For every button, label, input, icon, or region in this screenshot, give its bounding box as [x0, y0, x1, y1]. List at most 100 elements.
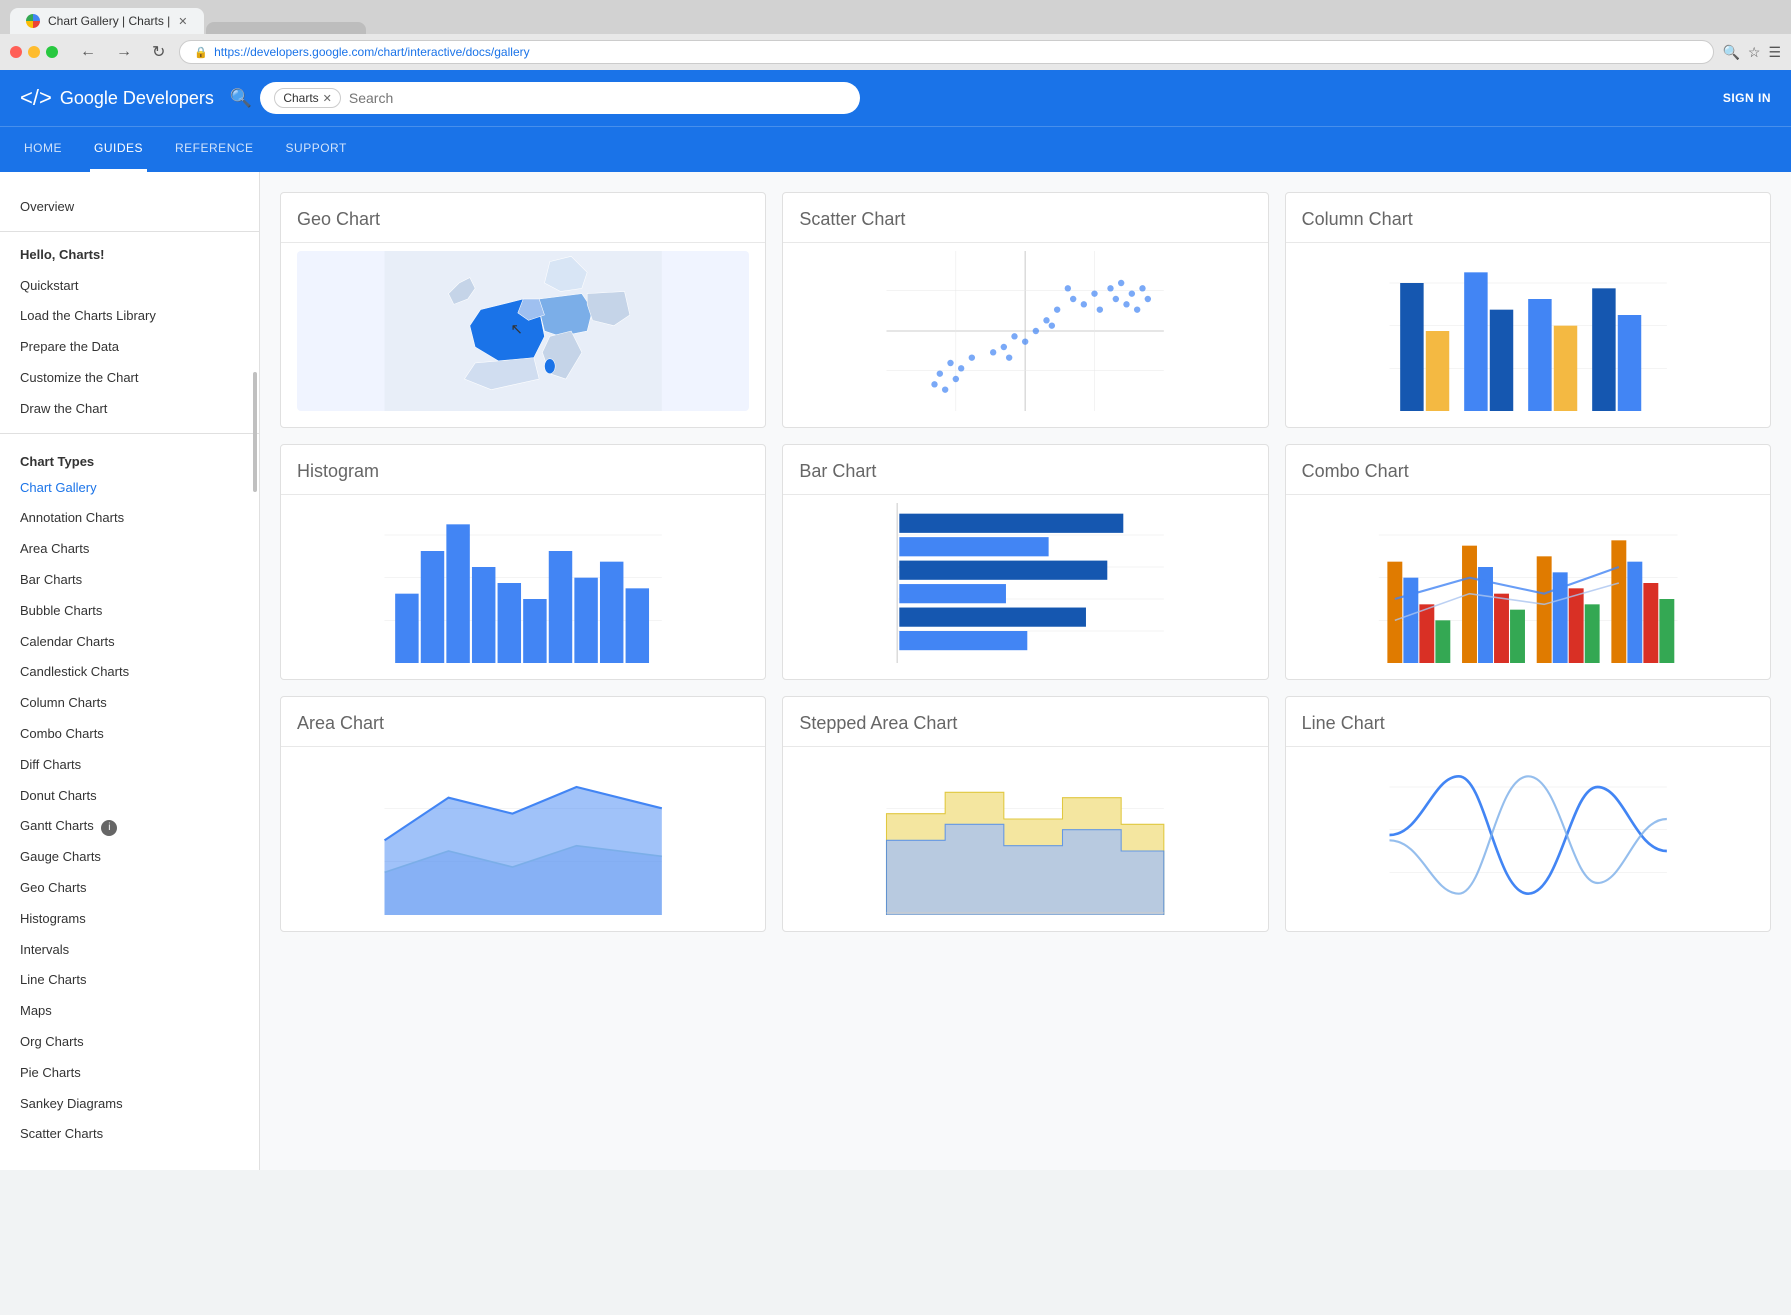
chart-title-column: Column Chart — [1302, 209, 1754, 230]
ssl-lock-icon: 🔒 — [194, 46, 208, 59]
chart-title-geo: Geo Chart — [297, 209, 749, 230]
chart-separator — [281, 242, 765, 243]
sidebar-annotation-charts[interactable]: Annotation Charts — [0, 503, 259, 534]
chart-separator-2 — [783, 242, 1267, 243]
chart-card-area[interactable]: Area Chart — [280, 696, 766, 932]
chart-title-stepped: Stepped Area Chart — [799, 713, 1251, 734]
chart-separator-3 — [1286, 242, 1770, 243]
sidebar-scatter-charts[interactable]: Scatter Charts — [0, 1119, 259, 1150]
search-icon[interactable]: 🔍 — [1722, 44, 1739, 61]
close-traffic-light[interactable] — [10, 46, 22, 58]
sidebar-bubble-charts[interactable]: Bubble Charts — [0, 596, 259, 627]
sidebar-quickstart[interactable]: Quickstart — [0, 271, 259, 302]
chart-card-stepped[interactable]: Stepped Area Chart — [782, 696, 1268, 932]
gd-logo-text: Google Developers — [60, 88, 214, 109]
back-button[interactable]: ← — [74, 41, 102, 63]
column-chart-container — [1302, 251, 1754, 411]
chart-separator-8 — [783, 746, 1267, 747]
combo-svg — [1302, 503, 1754, 663]
sidebar-draw-chart[interactable]: Draw the Chart — [0, 394, 259, 425]
search-bar[interactable]: Charts ✕ — [260, 82, 860, 114]
content-area: Geo Chart — [260, 172, 1791, 1170]
sidebar-combo-charts[interactable]: Combo Charts — [0, 719, 259, 750]
browser-chrome: Chart Gallery | Charts | ✕ — [0, 0, 1791, 34]
chart-title-area: Area Chart — [297, 713, 749, 734]
nav-support[interactable]: SUPPORT — [282, 127, 351, 172]
nav-guides[interactable]: GUIDES — [90, 127, 147, 172]
main-container: Overview Hello, Charts! Quickstart Load … — [0, 172, 1791, 1170]
sidebar-overview[interactable]: Overview — [0, 192, 259, 223]
sidebar-org-charts[interactable]: Org Charts — [0, 1027, 259, 1058]
sidebar-chart-gallery[interactable]: Chart Gallery — [0, 473, 259, 504]
active-tab[interactable]: Chart Gallery | Charts | ✕ — [10, 8, 204, 34]
header-search-icon[interactable]: 🔍 — [230, 88, 252, 109]
chart-card-geo[interactable]: Geo Chart — [280, 192, 766, 428]
bookmark-icon[interactable]: ☆ — [1748, 44, 1761, 61]
sidebar-load-library[interactable]: Load the Charts Library — [0, 301, 259, 332]
chart-title-histogram: Histogram — [297, 461, 749, 482]
maximize-traffic-light[interactable] — [46, 46, 58, 58]
sidebar-divider-2 — [0, 433, 259, 434]
tab-title: Chart Gallery | Charts | — [48, 14, 170, 28]
sidebar-hello-charts[interactable]: Hello, Charts! — [0, 240, 259, 271]
chart-card-histogram[interactable]: Histogram — [280, 444, 766, 680]
chart-title-bar: Bar Chart — [799, 461, 1251, 482]
chart-card-column[interactable]: Column Chart — [1285, 192, 1771, 428]
tab-favicon — [26, 14, 40, 28]
url-text: https://developers.google.com/chart/inte… — [214, 45, 530, 59]
line-svg — [1302, 755, 1754, 915]
minimize-traffic-light[interactable] — [28, 46, 40, 58]
sidebar-divider-1 — [0, 231, 259, 232]
sidebar-area-charts[interactable]: Area Charts — [0, 534, 259, 565]
search-input[interactable] — [349, 90, 846, 106]
sidebar-diff-charts[interactable]: Diff Charts — [0, 750, 259, 781]
nav-home[interactable]: HOME — [20, 127, 66, 172]
sidebar-customize[interactable]: Customize the Chart — [0, 363, 259, 394]
chart-card-combo[interactable]: Combo Chart — [1285, 444, 1771, 680]
chart-separator-5 — [783, 494, 1267, 495]
sidebar-column-charts[interactable]: Column Charts — [0, 688, 259, 719]
chart-separator-7 — [281, 746, 765, 747]
reload-button[interactable]: ↻ — [146, 40, 171, 64]
sidebar-donut-charts[interactable]: Donut Charts — [0, 781, 259, 812]
browser-tabs: Chart Gallery | Charts | ✕ — [10, 8, 1781, 34]
chart-separator-6 — [1286, 494, 1770, 495]
sidebar-gantt-charts[interactable]: Gantt Charts i — [0, 811, 259, 842]
geo-chart-container: ↖ — [297, 251, 749, 411]
sidebar-chart-types-heading: Chart Types — [0, 442, 259, 473]
sidebar-candlestick-charts[interactable]: Candlestick Charts — [0, 657, 259, 688]
sidebar-line-charts[interactable]: Line Charts — [0, 965, 259, 996]
chart-card-bar[interactable]: Bar Chart — [782, 444, 1268, 680]
sidebar-maps[interactable]: Maps — [0, 996, 259, 1027]
chart-card-line[interactable]: Line Chart — [1285, 696, 1771, 932]
inactive-tab[interactable] — [206, 22, 366, 34]
sidebar-pie-charts[interactable]: Pie Charts — [0, 1058, 259, 1089]
combo-chart-container — [1302, 503, 1754, 663]
svg-text:↖: ↖ — [510, 321, 523, 338]
sidebar-sankey-diagrams[interactable]: Sankey Diagrams — [0, 1089, 259, 1120]
sidebar-prepare-data[interactable]: Prepare the Data — [0, 332, 259, 363]
sidebar-bar-charts[interactable]: Bar Charts — [0, 565, 259, 596]
search-tag-label: Charts — [283, 91, 318, 105]
search-tag[interactable]: Charts ✕ — [274, 88, 341, 108]
chart-separator-4 — [281, 494, 765, 495]
sidebar-geo-charts[interactable]: Geo Charts — [0, 873, 259, 904]
address-bar[interactable]: 🔒 https://developers.google.com/chart/in… — [179, 40, 1714, 64]
sidebar-gauge-charts[interactable]: Gauge Charts — [0, 842, 259, 873]
nav-reference[interactable]: REFERENCE — [171, 127, 258, 172]
sidebar-histograms[interactable]: Histograms — [0, 904, 259, 935]
gd-logo[interactable]: </> Google Developers — [20, 85, 214, 111]
tab-close-button[interactable]: ✕ — [178, 15, 187, 28]
menu-icon[interactable]: ☰ — [1768, 44, 1781, 61]
gd-header: </> Google Developers 🔍 Charts ✕ SIGN IN — [0, 70, 1791, 126]
scatter-svg — [799, 251, 1251, 411]
sidebar-intervals[interactable]: Intervals — [0, 935, 259, 966]
chart-card-scatter[interactable]: Scatter Chart — [782, 192, 1268, 428]
sidebar-calendar-charts[interactable]: Calendar Charts — [0, 627, 259, 658]
column-svg — [1302, 251, 1754, 411]
chart-title-scatter: Scatter Chart — [799, 209, 1251, 230]
forward-button[interactable]: → — [110, 41, 138, 63]
histogram-svg — [297, 503, 749, 663]
sign-in-button[interactable]: SIGN IN — [1723, 91, 1771, 105]
search-tag-remove[interactable]: ✕ — [323, 92, 332, 105]
